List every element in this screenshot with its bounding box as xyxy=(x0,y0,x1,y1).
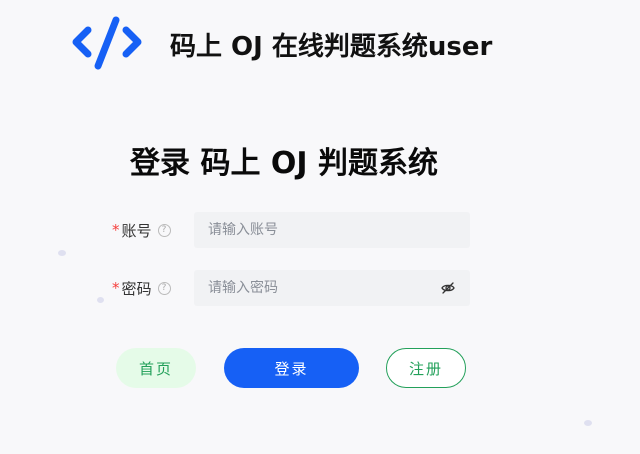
account-form-row: * 账号 ? xyxy=(0,212,640,248)
password-label-group: * 密码 ? xyxy=(112,270,171,306)
password-label: 密码 xyxy=(121,279,152,298)
required-mark: * xyxy=(112,221,120,239)
register-button[interactable]: 注册 xyxy=(386,348,466,388)
question-circle-icon[interactable]: ? xyxy=(157,223,171,237)
decorative-dot xyxy=(58,250,66,256)
decorative-dot xyxy=(97,297,104,303)
account-input[interactable] xyxy=(208,222,456,238)
home-button[interactable]: 首页 xyxy=(116,348,196,388)
app-header: 码上 OJ 在线判题系统user xyxy=(70,14,492,74)
login-button[interactable]: 登录 xyxy=(224,348,359,388)
app-title: 码上 OJ 在线判题系统user xyxy=(170,31,493,62)
code-logo-icon xyxy=(70,14,150,74)
page-title: 登录 码上 OJ 判题系统 xyxy=(130,146,438,181)
password-input[interactable] xyxy=(208,280,440,296)
account-label-group: * 账号 ? xyxy=(112,212,171,248)
decorative-dot xyxy=(584,420,592,426)
eye-off-icon[interactable] xyxy=(440,280,456,296)
account-input-box[interactable] xyxy=(194,212,470,248)
password-form-row: * 密码 ? xyxy=(0,270,640,306)
question-circle-icon[interactable]: ? xyxy=(157,281,171,295)
required-mark: * xyxy=(112,279,120,297)
account-label: 账号 xyxy=(121,221,152,240)
password-input-box[interactable] xyxy=(194,270,470,306)
